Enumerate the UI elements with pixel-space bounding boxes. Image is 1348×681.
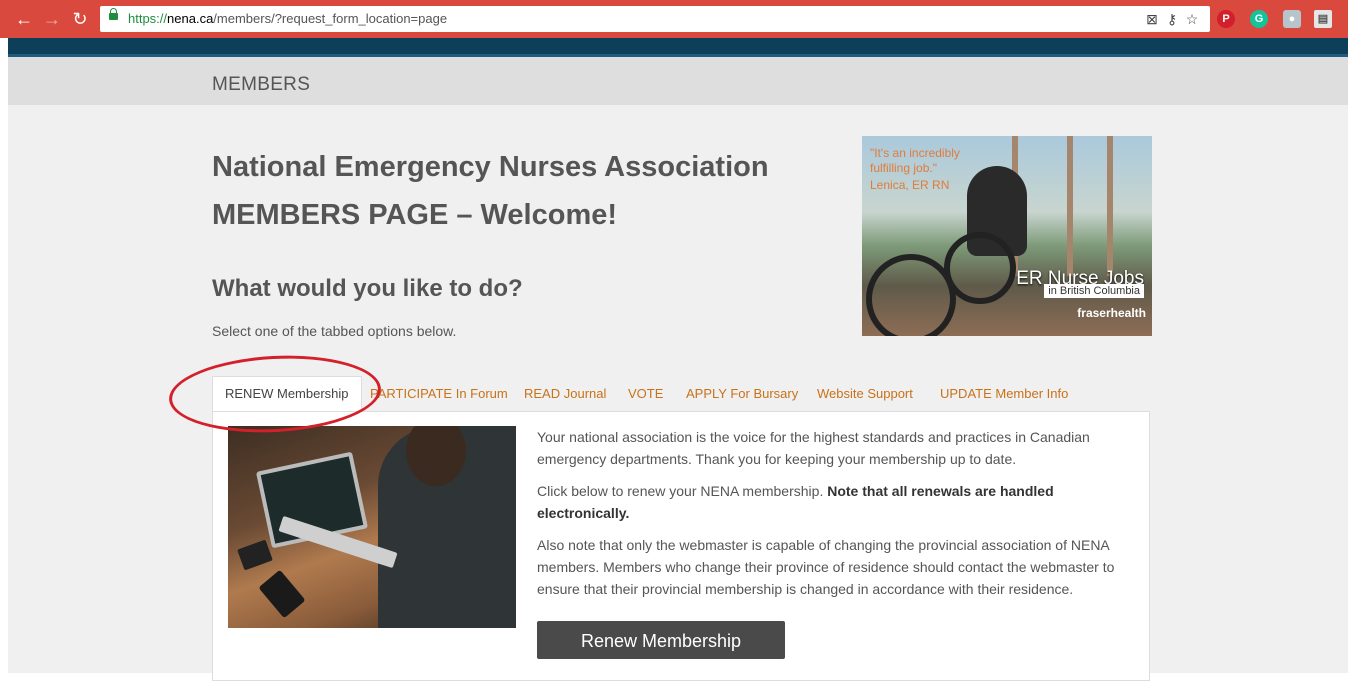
renew-description: Your national association is the voice f… [537, 426, 1137, 610]
ad-tree [1067, 136, 1073, 276]
extension-icon[interactable]: ● [1283, 10, 1301, 28]
url-path: /members/?request_form_location=page [213, 11, 448, 26]
lock-icon [109, 8, 118, 20]
url-text[interactable]: https://nena.ca/members/?request_form_lo… [128, 11, 447, 26]
tab-vote[interactable]: VOTE [628, 377, 663, 411]
ad-tree [1107, 136, 1113, 276]
site-header-band [8, 38, 1348, 57]
tab-update-member-info[interactable]: UPDATE Member Info [940, 377, 1068, 411]
pinterest-icon[interactable]: P [1217, 10, 1235, 28]
tab-website-support[interactable]: Website Support [817, 377, 913, 411]
intro-paragraph: Your national association is the voice f… [537, 429, 1090, 467]
browser-toolbar: ← → ↻ https://nena.ca/members/?request_f… [0, 0, 1348, 38]
back-icon[interactable]: ← [12, 7, 36, 31]
ad-banner[interactable]: "It's an incredibly fulfilling job." Len… [862, 136, 1152, 336]
tab-panel-renew: Your national association is the voice f… [212, 411, 1150, 681]
instruction-text: Select one of the tabbed options below. [212, 323, 457, 339]
section-heading: What would you like to do? [212, 275, 523, 302]
ad-bike-wheel [866, 254, 956, 336]
renew-instructions: Click below to renew your NENA membershi… [537, 480, 1137, 524]
blocked-popup-icon[interactable]: ⊠ [1144, 11, 1160, 27]
photo-phone [258, 569, 306, 619]
fraserhealth-logo: fraserhealth [1077, 306, 1146, 320]
forward-icon[interactable]: → [40, 7, 64, 31]
main-heading: National Emergency Nurses Association ME… [212, 151, 769, 231]
page-title: MEMBERS [212, 74, 311, 95]
tab-participate-in-forum[interactable]: PARTICIPATE In Forum [370, 377, 508, 411]
url-host: nena.ca [167, 11, 214, 26]
ad-subline: in British Columbia [1044, 284, 1144, 298]
key-icon[interactable]: ⚷ [1164, 11, 1180, 27]
page-content: MEMBERS National Emergency Nurses Associ… [8, 57, 1348, 681]
tab-read-journal[interactable]: READ Journal [524, 377, 606, 411]
bookmark-star-icon[interactable]: ☆ [1184, 11, 1200, 27]
address-bar[interactable]: https://nena.ca/members/?request_form_lo… [100, 6, 1210, 32]
reload-icon[interactable]: ↻ [68, 7, 92, 31]
tab-renew-membership[interactable]: RENEW Membership [212, 376, 362, 413]
renew-membership-button[interactable]: Renew Membership [537, 621, 785, 659]
tab-apply-for-bursary[interactable]: APPLY For Bursary [686, 377, 798, 411]
renew-instructions-text: Click below to renew your NENA membershi… [537, 483, 828, 499]
left-gutter [0, 38, 8, 673]
webmaster-note: Also note that only the webmaster is cap… [537, 537, 1115, 597]
photo-phone [237, 539, 273, 571]
url-scheme: https:// [128, 11, 168, 26]
ad-bike-wheel [944, 232, 1016, 304]
ad-attribution: Lenica, ER RN [870, 178, 950, 192]
grammarly-icon[interactable]: G [1250, 10, 1268, 28]
menu-icon[interactable]: ▤ [1314, 10, 1332, 28]
ad-quote: "It's an incredibly fulfilling job." [870, 146, 960, 175]
page-title-bar: MEMBERS [8, 57, 1348, 105]
laptop-photo [228, 426, 516, 628]
